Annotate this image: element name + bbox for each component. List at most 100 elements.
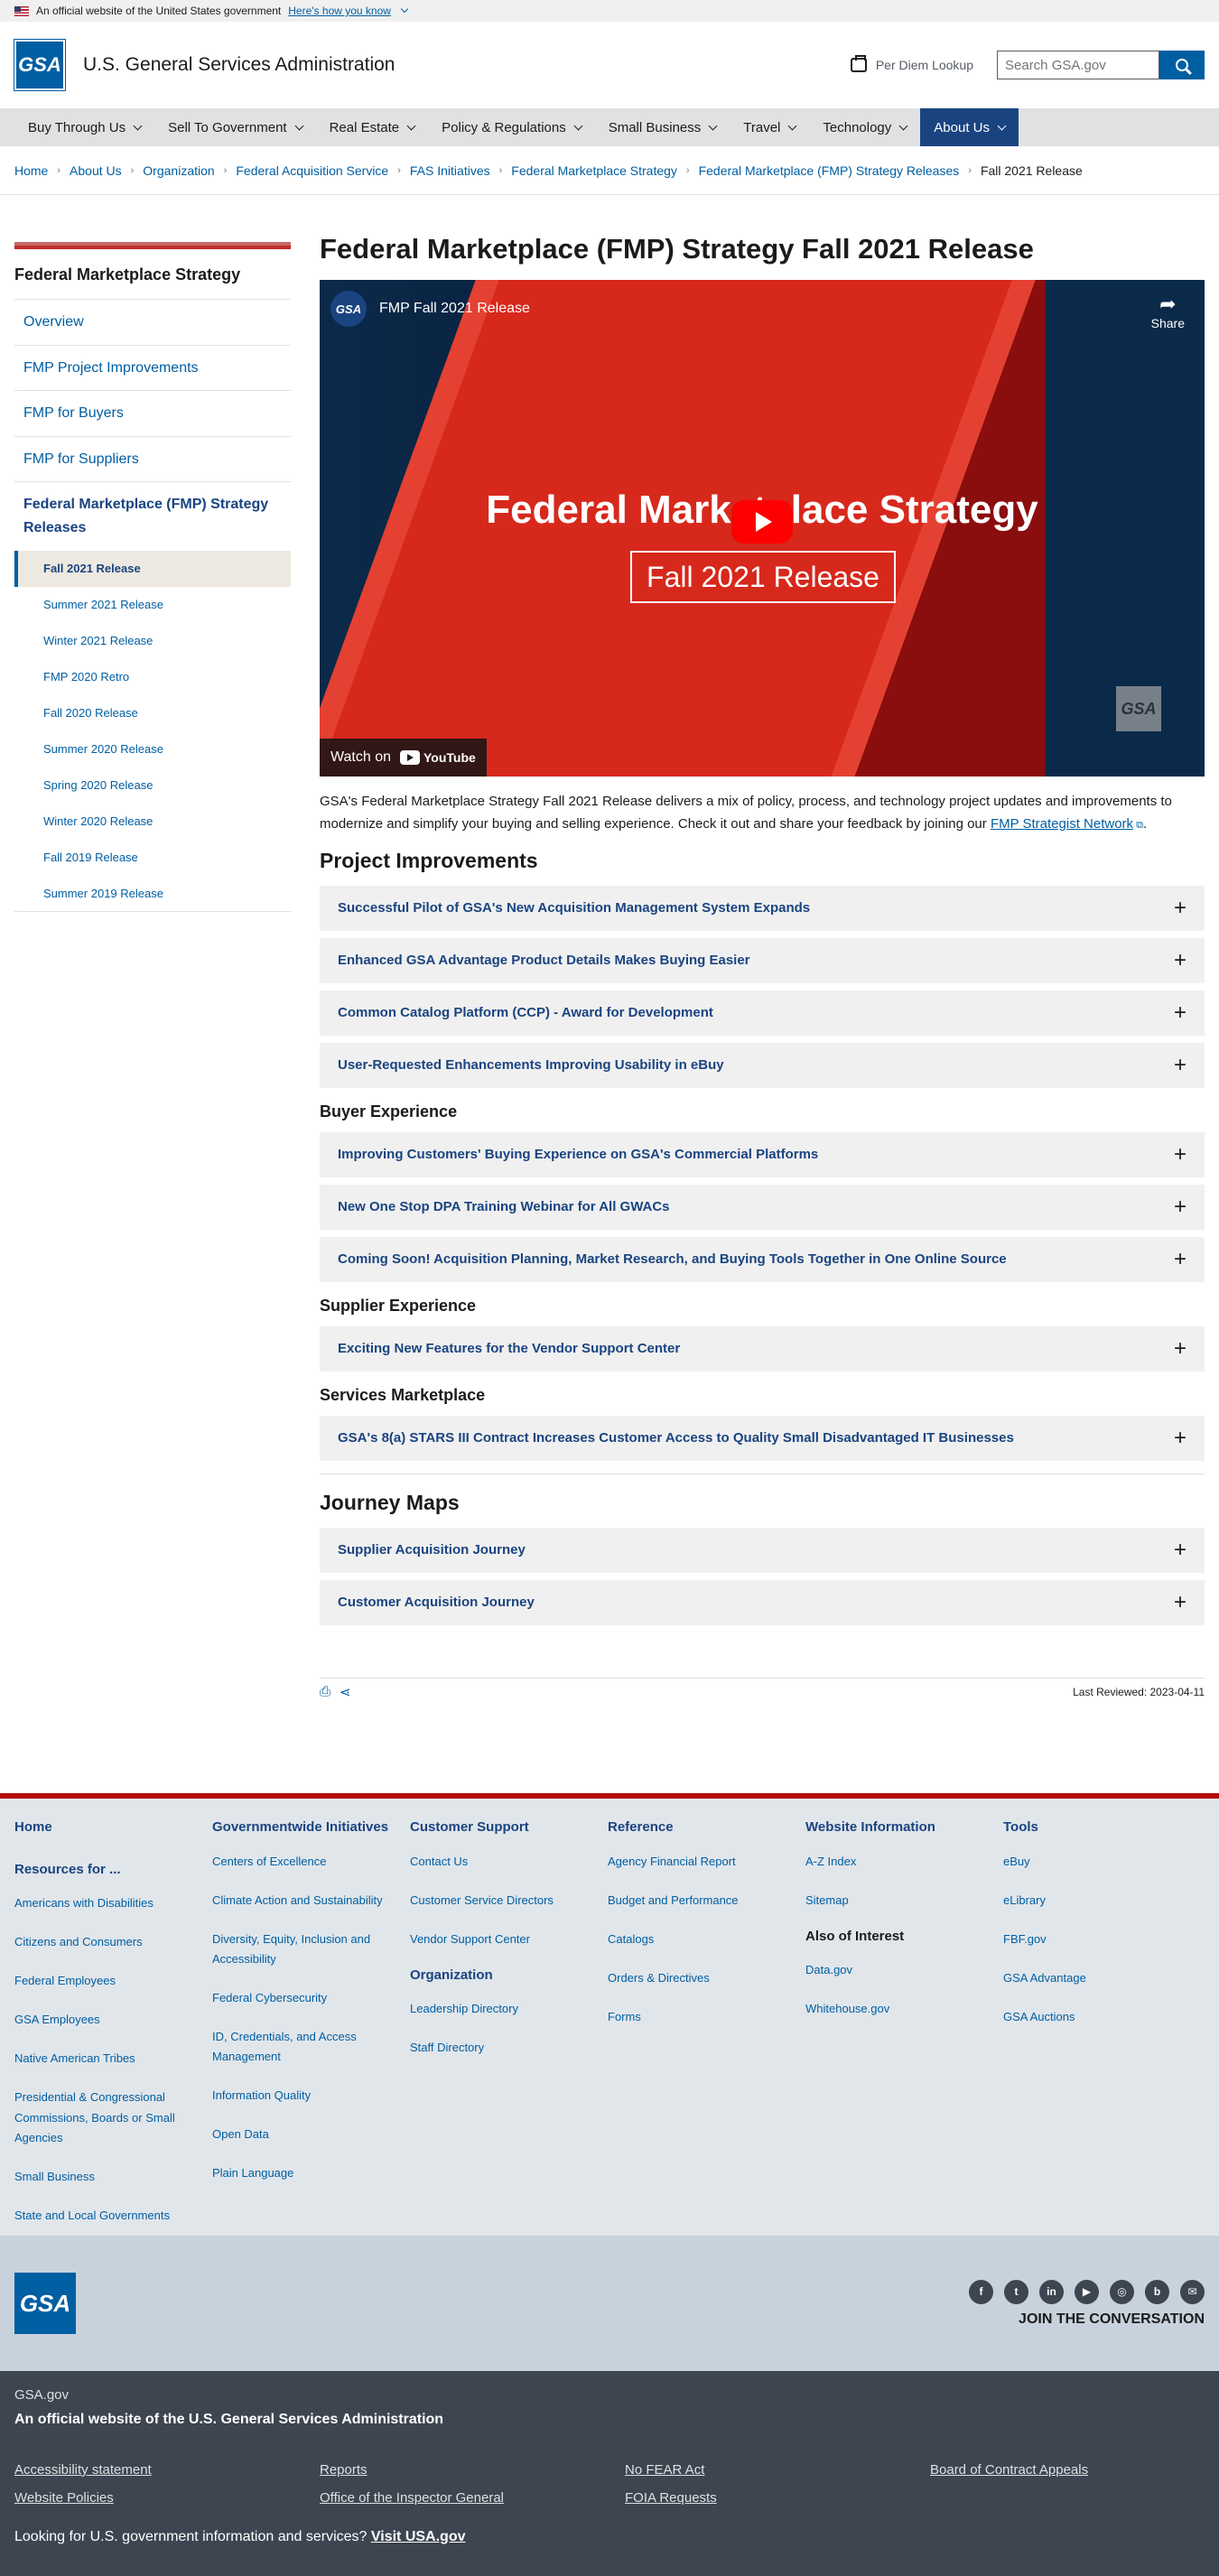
share-button[interactable]: ➦ Share bbox=[1151, 293, 1185, 330]
footer-link[interactable]: GSA Advantage bbox=[1003, 1968, 1183, 1988]
accordion-item[interactable]: New One Stop DPA Training Webinar for Al… bbox=[320, 1184, 1205, 1230]
footer-link[interactable]: Information Quality bbox=[212, 2086, 392, 2106]
footer-home-link[interactable]: Home bbox=[14, 1819, 194, 1836]
sidebar-sub-fall-2020[interactable]: Fall 2020 Release bbox=[14, 695, 291, 731]
footer-link[interactable]: Plain Language bbox=[212, 2163, 392, 2183]
nav-policy-regulations[interactable]: Policy & Regulations bbox=[428, 108, 595, 146]
footer-gsa-logo[interactable]: GSA bbox=[14, 2273, 76, 2334]
board-appeals-link[interactable]: Board of Contract Appeals bbox=[930, 2462, 1201, 2478]
share-icon[interactable]: ⋖ bbox=[340, 1684, 351, 1700]
footer-link[interactable]: Catalogs bbox=[608, 1930, 787, 1949]
accordion-item[interactable]: Exciting New Features for the Vendor Sup… bbox=[320, 1325, 1205, 1372]
sidebar-sub-summer-2019[interactable]: Summer 2019 Release bbox=[14, 876, 291, 912]
footer-link[interactable]: Orders & Directives bbox=[608, 1968, 787, 1988]
email-icon[interactable]: ✉ bbox=[1180, 2279, 1205, 2304]
chevron-down-icon[interactable] bbox=[400, 5, 409, 14]
footer-link[interactable]: State and Local Governments bbox=[14, 2206, 194, 2226]
no-fear-link[interactable]: No FEAR Act bbox=[625, 2462, 930, 2478]
sidebar-item-suppliers[interactable]: FMP for Suppliers bbox=[14, 437, 291, 483]
nav-sell-to-government[interactable]: Sell To Government bbox=[154, 108, 315, 146]
breadcrumb-fmp-releases[interactable]: Federal Marketplace (FMP) Strategy Relea… bbox=[699, 163, 960, 178]
instagram-icon[interactable]: ◎ bbox=[1110, 2279, 1134, 2304]
per-diem-link[interactable]: Per Diem Lookup bbox=[850, 55, 973, 72]
accordion-item[interactable]: GSA's 8(a) STARS III Contract Increases … bbox=[320, 1415, 1205, 1461]
sidebar-sub-summer-2020[interactable]: Summer 2020 Release bbox=[14, 731, 291, 767]
footer-heading[interactable]: Organization bbox=[410, 1967, 590, 1984]
nav-buy-through-us[interactable]: Buy Through Us bbox=[14, 108, 154, 146]
footer-link[interactable]: eBuy bbox=[1003, 1852, 1183, 1872]
footer-link[interactable]: Open Data bbox=[212, 2125, 392, 2144]
sidebar-sub-spring-2020[interactable]: Spring 2020 Release bbox=[14, 767, 291, 804]
footer-heading[interactable]: Governmentwide Initiatives bbox=[212, 1819, 392, 1836]
footer-link[interactable]: Leadership Directory bbox=[410, 1999, 590, 2019]
footer-link[interactable]: Sitemap bbox=[805, 1891, 985, 1911]
reports-link[interactable]: Reports bbox=[320, 2462, 625, 2478]
usa-gov-link[interactable]: Visit USA.gov bbox=[371, 2529, 466, 2544]
footer-link[interactable]: Staff Directory bbox=[410, 2038, 590, 2058]
footer-link[interactable]: Data.gov bbox=[805, 1960, 985, 1980]
nav-real-estate[interactable]: Real Estate bbox=[316, 108, 429, 146]
sidebar-sub-fall-2019[interactable]: Fall 2019 Release bbox=[14, 840, 291, 876]
video-title[interactable]: FMP Fall 2021 Release bbox=[379, 301, 530, 317]
sidebar-title[interactable]: Federal Marketplace Strategy bbox=[14, 249, 291, 300]
footer-link[interactable]: Centers of Excellence bbox=[212, 1852, 392, 1872]
footer-link[interactable]: Federal Employees bbox=[14, 1971, 194, 1991]
sidebar-item-releases[interactable]: Federal Marketplace (FMP) Strategy Relea… bbox=[14, 482, 291, 550]
footer-link[interactable]: Americans with Disabilities bbox=[14, 1893, 194, 1913]
accordion-item[interactable]: Enhanced GSA Advantage Product Details M… bbox=[320, 937, 1205, 983]
footer-link[interactable]: Whitehouse.gov bbox=[805, 1999, 985, 2019]
footer-link[interactable]: GSA Employees bbox=[14, 2010, 194, 2030]
footer-link[interactable]: Climate Action and Sustainability bbox=[212, 1891, 392, 1911]
breadcrumb-organization[interactable]: Organization bbox=[143, 163, 214, 178]
breadcrumb-fms[interactable]: Federal Marketplace Strategy bbox=[511, 163, 677, 178]
footer-link[interactable]: Contact Us bbox=[410, 1852, 590, 1872]
nav-small-business[interactable]: Small Business bbox=[595, 108, 730, 146]
breadcrumb-fas-initiatives[interactable]: FAS Initiatives bbox=[410, 163, 490, 178]
footer-link[interactable]: ID, Credentials, and Access Management bbox=[212, 2027, 392, 2067]
footer-link[interactable]: Agency Financial Report bbox=[608, 1852, 787, 1872]
footer-heading[interactable]: Tools bbox=[1003, 1819, 1183, 1836]
accordion-item[interactable]: Coming Soon! Acquisition Planning, Marke… bbox=[320, 1236, 1205, 1282]
how-you-know-link[interactable]: Here's how you know bbox=[288, 5, 391, 17]
footer-heading[interactable]: Reference bbox=[608, 1819, 787, 1836]
fmp-strategist-link[interactable]: FMP Strategist Network bbox=[991, 816, 1133, 832]
breadcrumb-home[interactable]: Home bbox=[14, 163, 48, 178]
agency-name[interactable]: U.S. General Services Administration bbox=[83, 54, 395, 76]
footer-link[interactable]: Presidential & Congressional Commissions… bbox=[14, 2088, 194, 2147]
footer-link[interactable]: Vendor Support Center bbox=[410, 1930, 590, 1949]
accordion-item[interactable]: Customer Acquisition Journey + bbox=[320, 1579, 1205, 1625]
inspector-general-link[interactable]: Office of the Inspector General bbox=[320, 2490, 625, 2506]
website-policies-link[interactable]: Website Policies bbox=[14, 2490, 320, 2506]
search-input[interactable] bbox=[997, 51, 1159, 79]
gsa-logo[interactable]: GSA bbox=[14, 39, 66, 91]
breadcrumb-about-us[interactable]: About Us bbox=[70, 163, 122, 178]
sidebar-sub-summer-2021[interactable]: Summer 2021 Release bbox=[14, 587, 291, 623]
facebook-icon[interactable]: f bbox=[969, 2279, 993, 2304]
footer-link[interactable]: Small Business bbox=[14, 2167, 194, 2187]
nav-about-us[interactable]: About Us bbox=[920, 108, 1019, 146]
accordion-item[interactable]: Successful Pilot of GSA's New Acquisitio… bbox=[320, 885, 1205, 931]
footer-link[interactable]: Diversity, Equity, Inclusion and Accessi… bbox=[212, 1930, 392, 1969]
nav-travel[interactable]: Travel bbox=[730, 108, 809, 146]
accordion-item[interactable]: Common Catalog Platform (CCP) - Award fo… bbox=[320, 990, 1205, 1036]
sidebar-sub-fmp-2020-retro[interactable]: FMP 2020 Retro bbox=[14, 659, 291, 695]
footer-link[interactable]: Budget and Performance bbox=[608, 1891, 787, 1911]
footer-link[interactable]: GSA Auctions bbox=[1003, 2007, 1183, 2027]
sidebar-sub-fall-2021[interactable]: Fall 2021 Release bbox=[14, 550, 291, 587]
print-icon[interactable]: ⎙ bbox=[320, 1684, 330, 1700]
twitter-icon[interactable]: t bbox=[1004, 2279, 1028, 2304]
accordion-item[interactable]: Improving Customers' Buying Experience o… bbox=[320, 1131, 1205, 1177]
footer-link[interactable]: FBF.gov bbox=[1003, 1930, 1183, 1949]
footer-heading[interactable]: Customer Support bbox=[410, 1819, 590, 1836]
watch-on-youtube[interactable]: Watch on YouTube bbox=[320, 739, 487, 777]
linkedin-icon[interactable]: in bbox=[1039, 2279, 1064, 2304]
youtube-icon[interactable]: ▶ bbox=[1075, 2279, 1099, 2304]
play-icon[interactable] bbox=[731, 500, 793, 544]
channel-logo[interactable]: GSA bbox=[330, 291, 367, 327]
accessibility-link[interactable]: Accessibility statement bbox=[14, 2462, 320, 2478]
footer-link[interactable]: A-Z Index bbox=[805, 1852, 985, 1872]
sidebar-item-buyers[interactable]: FMP for Buyers bbox=[14, 391, 291, 437]
breadcrumb-fas[interactable]: Federal Acquisition Service bbox=[236, 163, 388, 178]
footer-link[interactable]: Native American Tribes bbox=[14, 2049, 194, 2069]
footer-link[interactable]: Federal Cybersecurity bbox=[212, 1988, 392, 2008]
